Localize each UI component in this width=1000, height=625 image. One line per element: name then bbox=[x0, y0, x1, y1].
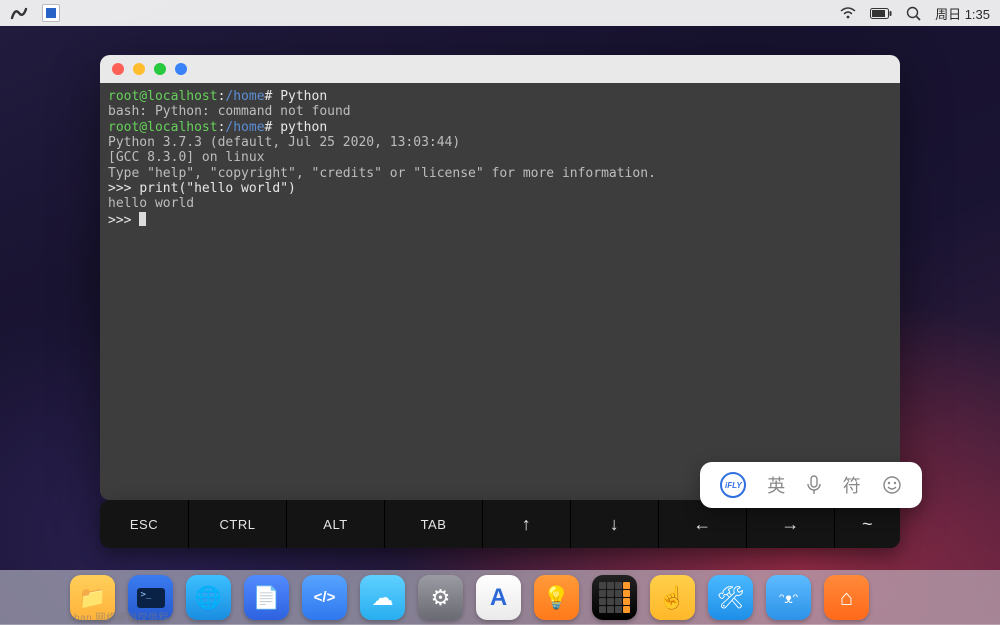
system-menubar: 周日 1:35 bbox=[0, 0, 1000, 26]
terminal-line: >>> print("hello world") bbox=[108, 181, 892, 196]
minimize-icon[interactable] bbox=[133, 63, 145, 75]
ime-brand-button[interactable]: iFLY bbox=[720, 472, 746, 498]
key-tab[interactable]: TAB bbox=[384, 500, 482, 548]
ime-panel: iFLY 英 符 bbox=[700, 462, 922, 508]
tips-app[interactable]: 💡 bbox=[534, 575, 579, 620]
calculator-app[interactable] bbox=[592, 575, 637, 620]
terminal-line: bash: Python: command not found bbox=[108, 104, 892, 119]
microphone-icon[interactable] bbox=[806, 475, 822, 495]
maximize-icon[interactable] bbox=[154, 63, 166, 75]
ifly-logo-icon: iFLY bbox=[720, 472, 746, 498]
key-ctrl[interactable]: CTRL bbox=[188, 500, 286, 548]
menubar-clock[interactable]: 周日 1:35 bbox=[935, 4, 990, 23]
close-icon[interactable] bbox=[112, 63, 124, 75]
key-↑[interactable]: ↑ bbox=[482, 500, 570, 548]
os-logo-icon[interactable] bbox=[10, 6, 28, 20]
cat-app[interactable]: ᵔᴥᵔ bbox=[766, 575, 811, 620]
settings-app[interactable]: ⚙ bbox=[418, 575, 463, 620]
extra-window-icon[interactable] bbox=[175, 63, 187, 75]
terminal-line: >>> bbox=[108, 212, 892, 228]
text-editor-app[interactable]: 📄 bbox=[244, 575, 289, 620]
window-titlebar[interactable] bbox=[100, 55, 900, 83]
hand-app[interactable]: ☝ bbox=[650, 575, 695, 620]
ime-symbols-button[interactable]: 符 bbox=[843, 472, 861, 498]
key-alt[interactable]: ALT bbox=[286, 500, 384, 548]
ime-language-button[interactable]: 英 bbox=[767, 472, 785, 498]
battery-icon[interactable] bbox=[870, 8, 892, 19]
terminal-line: root@localhost:/home# Python bbox=[108, 89, 892, 104]
terminal-output[interactable]: root@localhost:/home# Pythonbash: Python… bbox=[100, 83, 900, 500]
terminal-line: [GCC 8.3.0] on linux bbox=[108, 150, 892, 165]
active-app-icon[interactable] bbox=[42, 4, 60, 22]
terminal-line: hello world bbox=[108, 196, 892, 211]
key-esc[interactable]: ESC bbox=[100, 500, 188, 548]
terminal-window: root@localhost:/home# Pythonbash: Python… bbox=[100, 55, 900, 500]
terminal-line: root@localhost:/home# python bbox=[108, 120, 892, 135]
emoji-icon[interactable] bbox=[882, 475, 902, 495]
tools-app[interactable]: 🛠 bbox=[708, 575, 753, 620]
terminal-line: Python 3.7.3 (default, Jul 25 2020, 13:0… bbox=[108, 135, 892, 150]
watermark-text: oban 网络原创仅供程 bbox=[68, 609, 169, 624]
key-↓[interactable]: ↓ bbox=[570, 500, 658, 548]
browser-app[interactable]: 🌐 bbox=[186, 575, 231, 620]
terminal-line: Type "help", "copyright", "credits" or "… bbox=[108, 166, 892, 181]
store-app[interactable]: A bbox=[476, 575, 521, 620]
search-icon[interactable] bbox=[906, 6, 921, 21]
brand-app[interactable]: ⌂ bbox=[824, 575, 869, 620]
code-app[interactable]: </> bbox=[302, 575, 347, 620]
cloud-app[interactable]: ☁ bbox=[360, 575, 405, 620]
wifi-icon[interactable] bbox=[840, 7, 856, 19]
